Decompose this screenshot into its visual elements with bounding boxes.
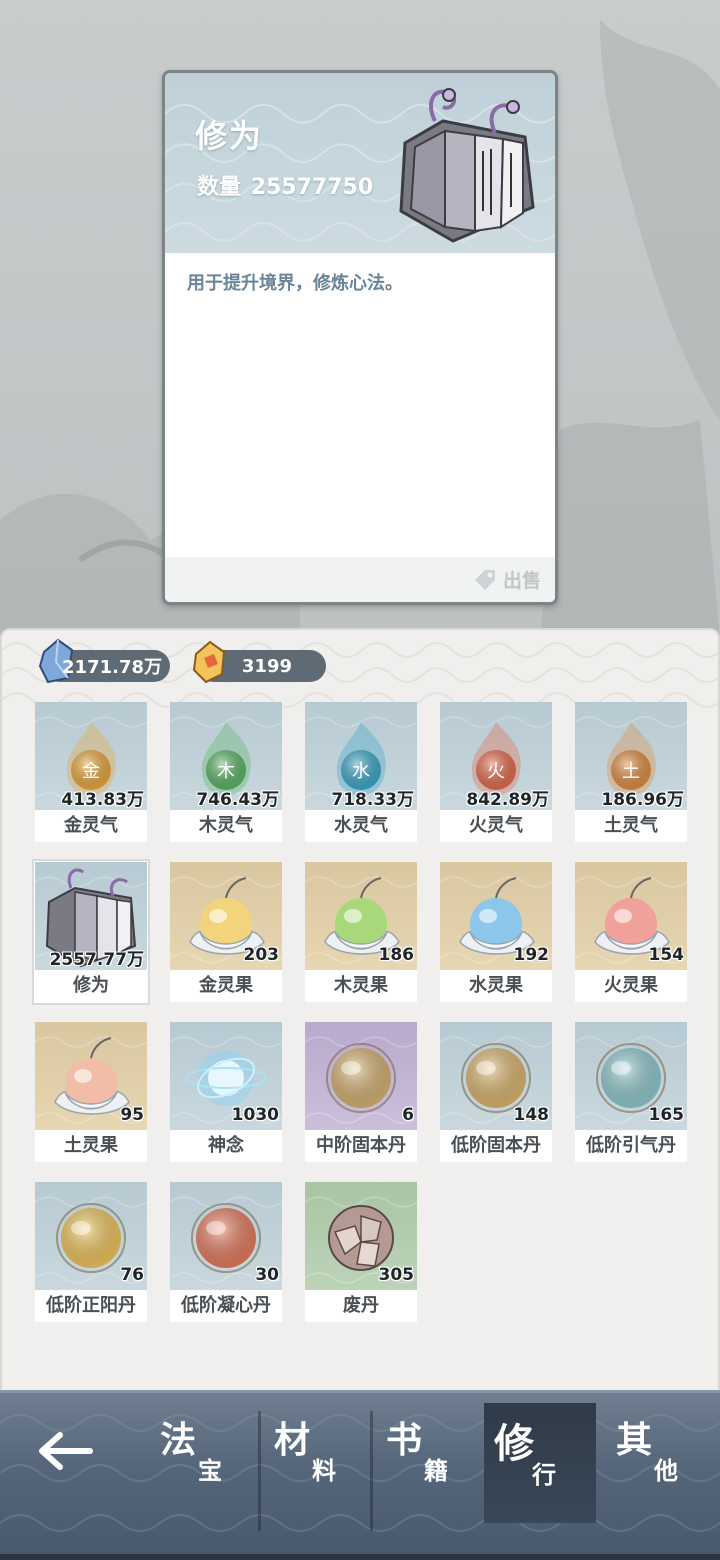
svg-text:火: 火 bbox=[487, 761, 505, 782]
inventory-item[interactable]: 76 低阶正阳丹 bbox=[35, 1182, 147, 1322]
item-name: 木灵果 bbox=[334, 975, 388, 996]
item-name: 低阶凝心丹 bbox=[181, 1295, 271, 1316]
tab-big-char: 修 bbox=[494, 1420, 534, 1467]
item-count: 842.89万 bbox=[466, 790, 549, 810]
item-count: 6 bbox=[402, 1105, 414, 1125]
tab-divider bbox=[370, 1411, 373, 1531]
sell-button[interactable]: 出售 bbox=[471, 564, 541, 594]
bottom-nav: 法 宝 材 料 书 籍 修 行 其 他 bbox=[0, 1390, 720, 1560]
inventory-item[interactable]: 30 低阶凝心丹 bbox=[170, 1182, 282, 1322]
item-name: 低阶正阳丹 bbox=[46, 1295, 136, 1316]
item-name: 修为 bbox=[73, 975, 109, 996]
inventory-item[interactable]: 土 186.96万 土灵气 bbox=[575, 702, 687, 842]
back-arrow-icon[interactable] bbox=[38, 1431, 94, 1471]
item-title: 修为 bbox=[195, 117, 264, 155]
item-name: 火灵气 bbox=[469, 815, 523, 836]
inventory-item[interactable]: 305 废丹 bbox=[305, 1182, 417, 1322]
tab-big-char: 其 bbox=[616, 1419, 653, 1461]
tab-small-char: 宝 bbox=[198, 1456, 222, 1485]
item-name: 低阶引气丹 bbox=[586, 1135, 676, 1156]
item-name: 金灵果 bbox=[199, 975, 253, 996]
quantity-label: 数量 bbox=[197, 175, 242, 200]
tab-big-char: 材 bbox=[274, 1419, 311, 1461]
item-count: 2557.77万 bbox=[49, 950, 144, 970]
svg-text:土: 土 bbox=[622, 761, 640, 782]
item-count: 305 bbox=[378, 1265, 415, 1285]
item-name: 土灵气 bbox=[604, 815, 658, 836]
tab-big-char: 书 bbox=[386, 1419, 423, 1461]
inventory-item[interactable]: 金 413.83万 金灵气 bbox=[35, 702, 147, 842]
item-name: 水灵气 bbox=[334, 815, 388, 836]
tab-small-char: 行 bbox=[532, 1460, 556, 1489]
item-count: 154 bbox=[648, 945, 685, 965]
inventory-item[interactable]: 148 低阶固本丹 bbox=[440, 1022, 552, 1162]
inventory-item[interactable]: 154 火灵果 bbox=[575, 862, 687, 1002]
quantity-value: 25577750 bbox=[250, 175, 374, 200]
item-count: 203 bbox=[243, 945, 280, 965]
inventory-item[interactable]: 木 746.43万 木灵气 bbox=[170, 702, 282, 842]
svg-text:水: 水 bbox=[352, 761, 370, 782]
inventory-item[interactable]: 2557.77万修为 bbox=[32, 859, 150, 1005]
spirit-stone-value: 2171.78万 bbox=[62, 657, 162, 678]
item-quantity: 数量 25577750 bbox=[195, 169, 373, 201]
item-name: 神念 bbox=[208, 1135, 244, 1156]
svg-text:木: 木 bbox=[217, 761, 235, 782]
inventory-item[interactable]: 火 842.89万 火灵气 bbox=[440, 702, 552, 842]
gold-ingot-currency: 3199 bbox=[192, 640, 326, 684]
item-detail-card: 修为 数量 25577750 用于提升境界，修炼心法。 出售 bbox=[162, 70, 558, 605]
item-name: 土灵果 bbox=[64, 1135, 118, 1156]
item-count: 1030 bbox=[231, 1105, 279, 1125]
item-count: 413.83万 bbox=[61, 790, 144, 810]
tab-small-char: 籍 bbox=[424, 1456, 448, 1485]
detail-header: 修为 数量 25577750 bbox=[165, 73, 555, 253]
item-count: 718.33万 bbox=[331, 790, 414, 810]
inventory-item[interactable]: 186 木灵果 bbox=[305, 862, 417, 1002]
item-count: 186 bbox=[378, 945, 415, 965]
detail-footer: 出售 bbox=[165, 557, 555, 602]
item-count: 192 bbox=[513, 945, 550, 965]
item-count: 30 bbox=[255, 1265, 279, 1285]
svg-text:金: 金 bbox=[82, 761, 100, 782]
inventory-item[interactable]: 203 金灵果 bbox=[170, 862, 282, 1002]
sell-label: 出售 bbox=[502, 569, 541, 592]
inventory-item[interactable]: 6 中阶固本丹 bbox=[305, 1022, 417, 1162]
tab-other[interactable]: 其 他 bbox=[606, 1403, 718, 1513]
inventory-item[interactable]: 水 718.33万 水灵气 bbox=[305, 702, 417, 842]
tab-big-char: 法 bbox=[160, 1419, 197, 1461]
item-name: 火灵果 bbox=[604, 975, 658, 996]
nav-bottom-bar bbox=[0, 1554, 720, 1560]
inventory-item[interactable]: 1030 神念 bbox=[170, 1022, 282, 1162]
pill-icon bbox=[305, 1022, 417, 1130]
item-name: 中阶固本丹 bbox=[316, 1135, 406, 1156]
tab-books[interactable]: 书 籍 bbox=[376, 1403, 488, 1513]
item-count: 76 bbox=[120, 1265, 144, 1285]
inventory-item[interactable]: 192 水灵果 bbox=[440, 862, 552, 1002]
tab-cultivation[interactable]: 修 行 bbox=[484, 1403, 596, 1523]
spirit-stone-currency: 2171.78万 bbox=[38, 638, 170, 684]
tab-small-char: 料 bbox=[312, 1456, 336, 1485]
item-count: 95 bbox=[120, 1105, 144, 1125]
tab-treasure[interactable]: 法 宝 bbox=[150, 1403, 262, 1513]
item-name: 水灵果 bbox=[469, 975, 523, 996]
inventory-panel: 2171.78万 3199 金 413.83万 金灵气 木 746.43万 木灵… bbox=[0, 628, 720, 1418]
item-count: 148 bbox=[513, 1105, 550, 1125]
item-name: 木灵气 bbox=[199, 815, 253, 836]
tab-materials[interactable]: 材 料 bbox=[264, 1403, 376, 1513]
tab-small-char: 他 bbox=[654, 1456, 678, 1485]
inventory-item[interactable]: 165 低阶引气丹 bbox=[575, 1022, 687, 1162]
item-count: 746.43万 bbox=[196, 790, 279, 810]
sell-tag-icon bbox=[474, 570, 495, 590]
gold-ingot-value: 3199 bbox=[241, 655, 292, 677]
item-count: 186.96万 bbox=[601, 790, 684, 810]
item-name: 金灵气 bbox=[64, 815, 118, 836]
item-name: 低阶固本丹 bbox=[451, 1135, 541, 1156]
inventory-item[interactable]: 95 土灵果 bbox=[35, 1022, 147, 1162]
item-description: 用于提升境界，修炼心法。 bbox=[187, 273, 403, 294]
item-name: 废丹 bbox=[343, 1295, 379, 1316]
tab-divider bbox=[258, 1411, 261, 1531]
scroll-book-icon bbox=[399, 88, 535, 243]
item-count: 165 bbox=[648, 1105, 685, 1125]
